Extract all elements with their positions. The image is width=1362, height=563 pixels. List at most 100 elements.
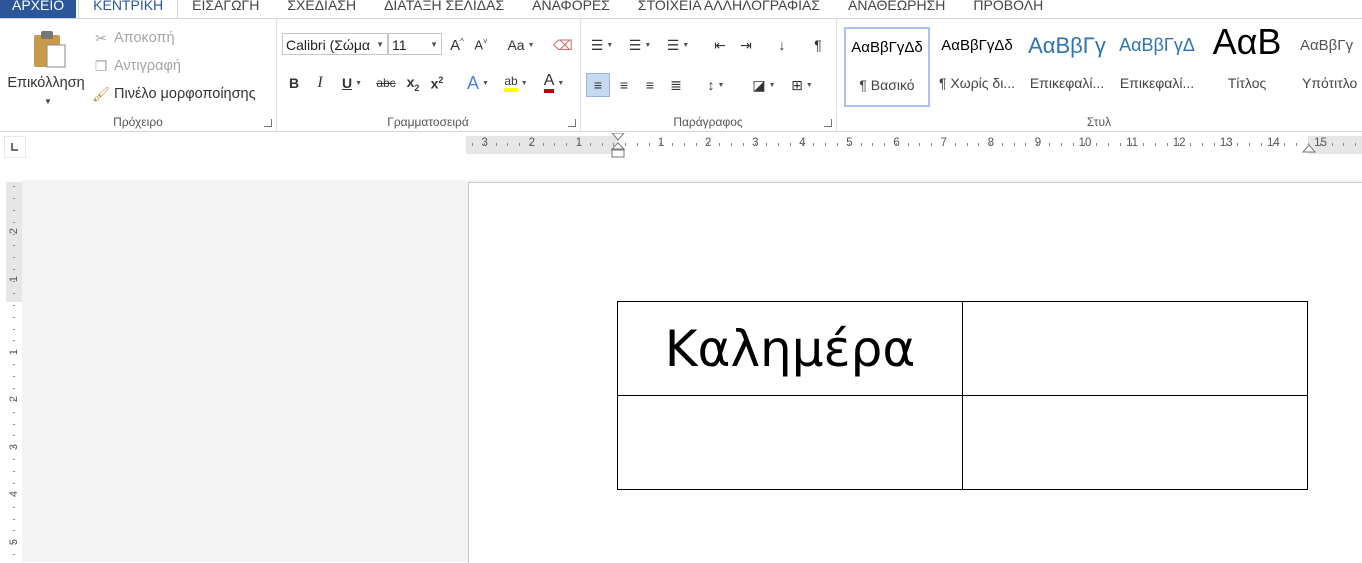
subscript-button[interactable]: x2	[402, 71, 424, 95]
clear-formatting-button[interactable]: ⌫	[552, 33, 574, 57]
borders-button[interactable]: ⊞ ▼	[784, 73, 820, 97]
copy-icon: ❐	[94, 57, 108, 74]
font-color-icon: A	[543, 73, 555, 93]
ruler-tick	[872, 143, 873, 146]
bold-button[interactable]: B	[282, 71, 306, 95]
document-page[interactable]: Καλημέρα	[468, 182, 1362, 563]
superscript-button[interactable]: x2	[426, 71, 448, 95]
decrease-indent-button[interactable]: ⇤	[708, 33, 732, 57]
ruler-tick	[1108, 143, 1109, 146]
ruler-number: 1	[8, 275, 20, 282]
dialog-launcher-icon[interactable]	[824, 119, 832, 127]
font-color-button[interactable]: A ▼	[536, 71, 572, 95]
tab-design[interactable]: ΣΧΕΔΙΑΣΗ	[273, 0, 370, 18]
font-name-combo[interactable]: Calibri (Σώμα ▼	[282, 33, 388, 55]
clipboard-group: Επικόλληση ▼ ✂ Αποκοπή ❐ Αντιγραφή 🖌 Πιν…	[0, 19, 277, 131]
shading-button[interactable]: ◪ ▼	[746, 73, 782, 97]
bold-icon: B	[288, 75, 300, 91]
style-normal[interactable]: ΑαΒβΓγΔδ ¶ Βασικό	[844, 27, 930, 107]
show-formatting-button[interactable]: ¶	[806, 33, 830, 57]
table-cell[interactable]	[962, 301, 1308, 396]
line-spacing-button[interactable]: ↕ ▼	[698, 73, 734, 97]
justify-button[interactable]: ≣	[664, 73, 688, 97]
style-preview: ΑαΒβΓγ	[1028, 33, 1106, 58]
tab-home[interactable]: ΚΕΝΤΡΙΚΗ	[78, 0, 179, 18]
tab-file[interactable]: ΑΡΧΕΙΟ	[0, 0, 77, 18]
style-heading-1[interactable]: ΑαΒβΓγ Επικεφαλί...	[1024, 27, 1110, 107]
numbering-button[interactable]: ☰ ▼	[622, 33, 658, 57]
strikethrough-button[interactable]: abc	[372, 71, 400, 95]
table-cell[interactable]	[617, 395, 963, 490]
increase-indent-button[interactable]: ⇥	[734, 33, 758, 57]
tab-selector[interactable]	[4, 136, 26, 158]
dialog-launcher-icon[interactable]	[568, 119, 576, 127]
change-case-button[interactable]: Aa ▼	[504, 33, 538, 57]
cut-button[interactable]: ✂ Αποκοπή	[92, 27, 174, 49]
ruler-tick	[884, 143, 885, 146]
tab-insert[interactable]: ΕΙΣΑΓΩΓΗ	[178, 0, 273, 18]
align-right-icon: ≡	[645, 77, 655, 93]
ruler-tick	[566, 143, 567, 146]
style-title[interactable]: ΑαΒ Τίτλος	[1204, 27, 1290, 107]
align-right-button[interactable]: ≡	[638, 73, 662, 97]
ruler-tick	[1343, 143, 1344, 146]
paintbrush-icon: 🖌	[92, 85, 110, 102]
superscript-icon: x2	[430, 74, 444, 92]
ruler-tick	[13, 471, 15, 472]
ruler-tick	[13, 542, 15, 543]
italic-button[interactable]: I	[308, 71, 332, 95]
table-row: Καλημέρα	[617, 301, 1308, 396]
increase-indent-icon: ⇥	[740, 36, 752, 53]
ruler-number: 2	[8, 395, 20, 403]
copy-button[interactable]: ❐ Αντιγραφή	[92, 55, 181, 77]
ruler-tick	[1096, 143, 1097, 146]
tab-page-layout[interactable]: ΔΙΑΤΑΞΗ ΣΕΛΙΔΑΣ	[370, 0, 518, 18]
vertical-ruler[interactable]: 2112345	[6, 182, 22, 562]
horizontal-ruler[interactable]: 321123456789101112131415	[466, 133, 1362, 158]
eraser-icon: ⌫	[553, 36, 573, 53]
ruler-tick	[578, 143, 579, 146]
shrink-font-icon: A˅	[474, 37, 488, 53]
ruler-tick	[13, 186, 15, 187]
multilevel-list-icon: ☰	[666, 36, 680, 53]
highlight-color-button[interactable]: ab ▼	[498, 71, 534, 95]
ruler-tick	[696, 143, 697, 146]
ruler-tick	[484, 143, 485, 146]
style-no-spacing[interactable]: ΑαΒβΓγΔδ ¶ Χωρίς δι...	[934, 27, 1020, 107]
underline-button[interactable]: U ▼	[334, 71, 370, 95]
grow-font-button[interactable]: A^	[446, 33, 468, 57]
ruler-tick	[919, 143, 920, 146]
table-cell[interactable]: Καλημέρα	[617, 301, 963, 396]
ruler-tick	[13, 222, 15, 223]
ribbon-tabs: ΑΡΧΕΙΟ ΚΕΝΤΡΙΚΗ ΕΙΣΑΓΩΓΗ ΣΧΕΔΙΑΣΗ ΔΙΑΤΑΞ…	[0, 0, 1362, 18]
ruler-tick	[13, 435, 15, 436]
ruler-tick	[778, 143, 779, 146]
bullets-button[interactable]: ☰ ▼	[584, 33, 620, 57]
indent-marker-icon[interactable]	[610, 133, 626, 159]
align-center-button[interactable]: ≡	[612, 73, 636, 97]
dialog-launcher-icon[interactable]	[264, 119, 272, 127]
font-size-combo[interactable]: 11 ▼	[388, 33, 442, 55]
ruler-tick	[967, 143, 968, 146]
table-cell[interactable]	[962, 395, 1308, 490]
tab-review[interactable]: ΑΝΑΘΕΩΡΗΣΗ	[834, 0, 959, 18]
text-effects-button[interactable]: A ▼	[460, 71, 496, 95]
scissors-icon: ✂	[95, 29, 107, 46]
document-table[interactable]: Καλημέρα	[617, 301, 1308, 490]
tab-mailings[interactable]: ΣΤΟΙΧΕΙΑ ΑΛΛΗΛΟΓΡΑΦΙΑΣ	[624, 0, 834, 18]
shrink-font-button[interactable]: A˅	[470, 33, 492, 57]
multilevel-list-button[interactable]: ☰ ▼	[660, 33, 696, 57]
style-heading-2[interactable]: ΑαΒβΓγΔ Επικεφαλί...	[1114, 27, 1200, 107]
ruler-tick	[708, 143, 709, 146]
paste-button[interactable]: Επικόλληση ▼	[4, 25, 85, 111]
text-effects-icon: A	[467, 72, 480, 93]
align-left-icon: ≡	[593, 77, 603, 93]
tab-view[interactable]: ΠΡΟΒΟΛΗ	[959, 0, 1057, 18]
ruler-tick	[743, 143, 744, 146]
style-name: Επικεφαλί...	[1029, 75, 1105, 91]
tab-references[interactable]: ΑΝΑΦΟΡΕΣ	[518, 0, 624, 18]
align-left-button[interactable]: ≡	[586, 73, 610, 97]
sort-button[interactable]: ↓	[770, 33, 794, 57]
style-subtitle[interactable]: ΑαΒβΓγ Υπότιτλο	[1294, 27, 1362, 107]
format-painter-button[interactable]: 🖌 Πινέλο μορφοποίησης	[92, 83, 256, 105]
